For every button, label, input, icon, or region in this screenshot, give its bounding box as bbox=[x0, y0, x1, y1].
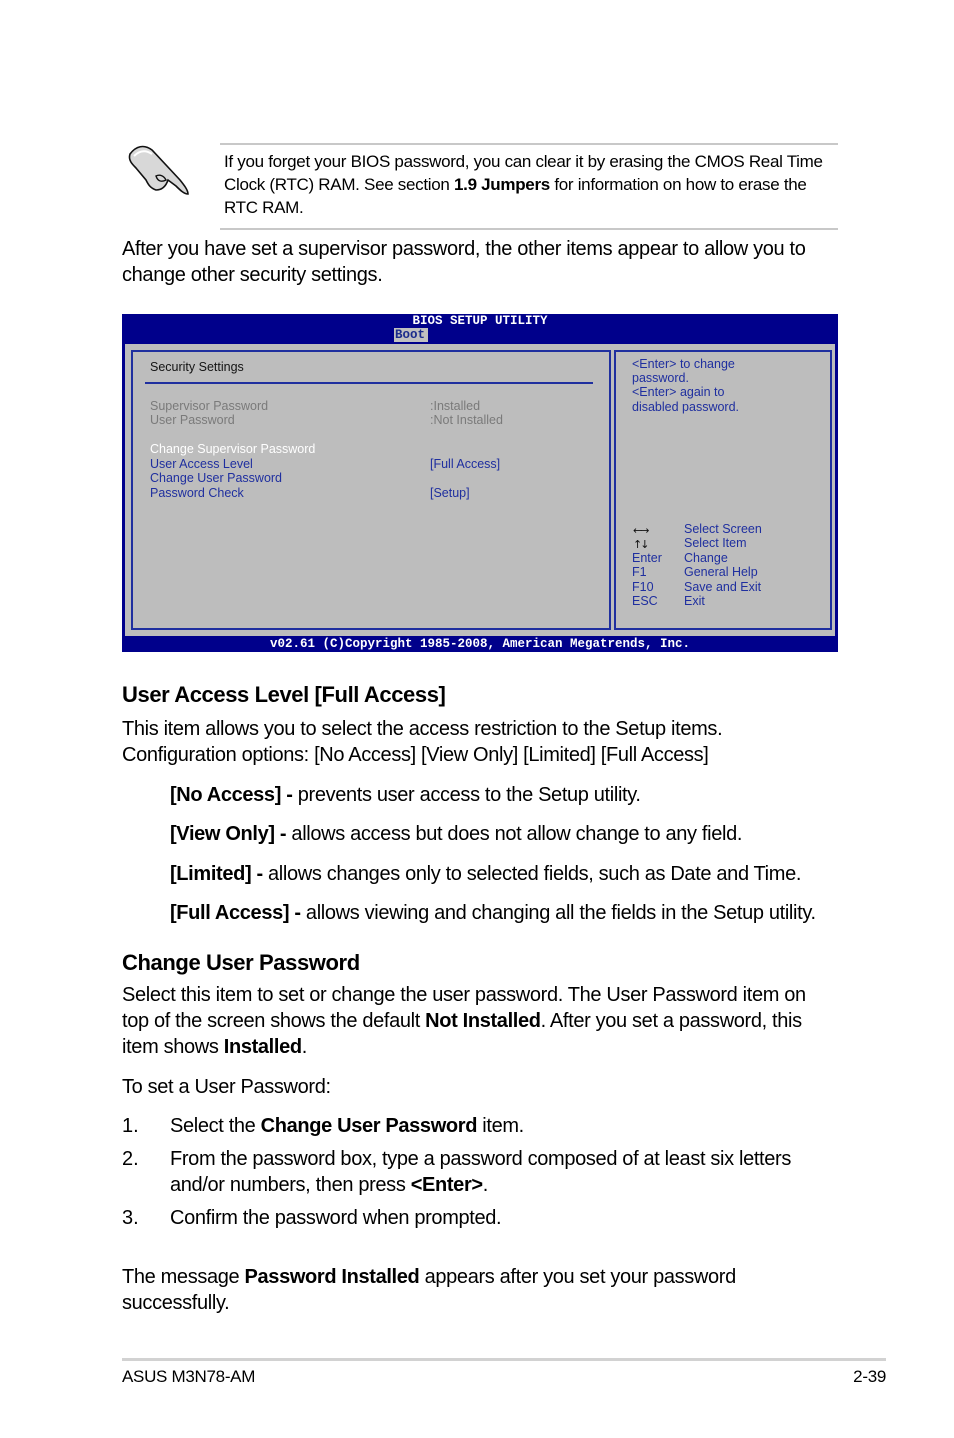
bios-title: BIOS SETUP UTILITY bbox=[412, 314, 548, 328]
bios-key-action: Save and Exit bbox=[684, 580, 762, 594]
text-run-bold: Not Installed bbox=[425, 1010, 541, 1032]
step-number: 3. bbox=[122, 1207, 139, 1229]
step-number: 1. bbox=[122, 1115, 139, 1137]
footer-product-name: ASUS M3N78-AM bbox=[122, 1367, 256, 1386]
text-run-bold: Installed bbox=[223, 1036, 302, 1058]
option-name: [No Access] - bbox=[170, 784, 293, 806]
note-top-rule bbox=[220, 143, 838, 145]
bios-key-action: Select Item bbox=[684, 536, 747, 550]
note-link-jumpers: 1.9 Jumpers bbox=[454, 175, 550, 194]
step-number: 2. bbox=[122, 1148, 139, 1170]
option-desc: allows viewing and changing all the fiel… bbox=[300, 902, 816, 924]
note-bottom-rule bbox=[220, 228, 838, 230]
option-name: [Full Access] - bbox=[170, 902, 301, 924]
option-desc: prevents user access to the Setup utilit… bbox=[292, 784, 641, 806]
section2-paragraph2: To set a User Password: bbox=[122, 1076, 331, 1098]
option-desc: allows access but does not allow change … bbox=[286, 823, 743, 845]
option-desc: allows changes only to selected fields, … bbox=[262, 863, 802, 885]
bios-key-action: General Help bbox=[684, 565, 758, 579]
note-text: If you forget your BIOS password, you ca… bbox=[224, 150, 834, 219]
option-name: [View Only] - bbox=[170, 823, 287, 845]
section-heading-user-access-level: User Access Level [Full Access] bbox=[122, 682, 446, 707]
bios-menu-item-change-supervisor-password[interactable]: Change Supervisor Password bbox=[150, 442, 315, 457]
option-full-access: [Full Access] - allows viewing and chang… bbox=[170, 900, 850, 926]
bios-tab-boot[interactable]: Boot bbox=[394, 328, 429, 342]
section2-paragraph3: The message Password Installed appears a… bbox=[122, 1264, 772, 1316]
bios-key-enter: Enter bbox=[632, 551, 662, 565]
bios-help-line: password. bbox=[632, 371, 689, 385]
bios-copyright: v02.61 (C)Copyright 1985-2008, American … bbox=[269, 637, 691, 651]
bios-help-line: <Enter> again to bbox=[632, 385, 725, 399]
text-run: item. bbox=[477, 1115, 524, 1137]
bios-help-line: disabled password. bbox=[632, 400, 740, 414]
bios-status-label: Supervisor Password bbox=[150, 399, 269, 413]
text-run: . bbox=[482, 1174, 489, 1196]
bios-menu-item-change-user-password[interactable]: Change User Password bbox=[150, 471, 282, 486]
bios-menu-item-user-access-level[interactable]: User Access Level bbox=[150, 457, 253, 472]
bios-menu-value-password-check[interactable]: [Setup] bbox=[430, 486, 470, 501]
bios-menu-item-password-check[interactable]: Password Check bbox=[150, 486, 244, 501]
section1-desc-line2: Configuration options: [No Access] [View… bbox=[122, 744, 709, 766]
option-limited: [Limited] - allows changes only to selec… bbox=[170, 861, 850, 887]
bios-key-esc: ESC bbox=[632, 594, 658, 608]
up-down-arrows-icon: ↑↓ bbox=[633, 538, 650, 551]
section1-desc-line1: This item allows you to select the acces… bbox=[122, 718, 723, 740]
option-no-access: [No Access] - prevents user access to th… bbox=[170, 782, 850, 808]
bios-key-f10: F10 bbox=[632, 580, 654, 594]
bios-menu-value-user-access-level[interactable]: [Full Access] bbox=[430, 457, 500, 472]
bios-section-rule bbox=[145, 382, 593, 384]
bios-help-line: <Enter> to change bbox=[632, 357, 735, 371]
bios-key-f1: F1 bbox=[632, 565, 647, 579]
text-run: Select the bbox=[170, 1115, 261, 1137]
bios-key-action: Exit bbox=[684, 594, 705, 608]
section-heading-change-user-password: Change User Password bbox=[122, 950, 360, 975]
bios-status-value: :Not Installed bbox=[430, 413, 503, 427]
intro-paragraph: After you have set a supervisor password… bbox=[122, 238, 806, 286]
option-view-only: [View Only] - allows access but does not… bbox=[170, 821, 850, 847]
bios-key-action: Change bbox=[684, 551, 728, 565]
text-run-bold: <Enter> bbox=[410, 1174, 483, 1196]
footer-page-number: 2-39 bbox=[853, 1367, 886, 1386]
bios-key-action: Select Screen bbox=[684, 522, 762, 536]
section2-paragraph1: Select this item to set or change the us… bbox=[122, 982, 832, 1060]
bios-section-title: Security Settings bbox=[150, 360, 244, 374]
bios-status-label: User Password bbox=[150, 413, 235, 427]
option-name: [Limited] - bbox=[170, 863, 263, 885]
step-1: Select the Change User Password item. bbox=[170, 1113, 820, 1139]
text-run-bold: Password Installed bbox=[244, 1266, 420, 1288]
step-3: Confirm the password when prompted. bbox=[170, 1205, 820, 1231]
text-run: Confirm the password when prompted. bbox=[170, 1207, 502, 1229]
text-run-bold: Change User Password bbox=[260, 1115, 478, 1137]
step-2: From the password box, type a password c… bbox=[170, 1146, 820, 1198]
bios-status-value: :Installed bbox=[430, 399, 481, 413]
text-run: The message bbox=[122, 1266, 245, 1288]
footer-rule bbox=[122, 1358, 886, 1361]
text-run: . bbox=[301, 1036, 308, 1058]
left-right-arrows-icon: ←→ bbox=[633, 524, 650, 537]
pointing-hand-icon bbox=[122, 140, 196, 200]
